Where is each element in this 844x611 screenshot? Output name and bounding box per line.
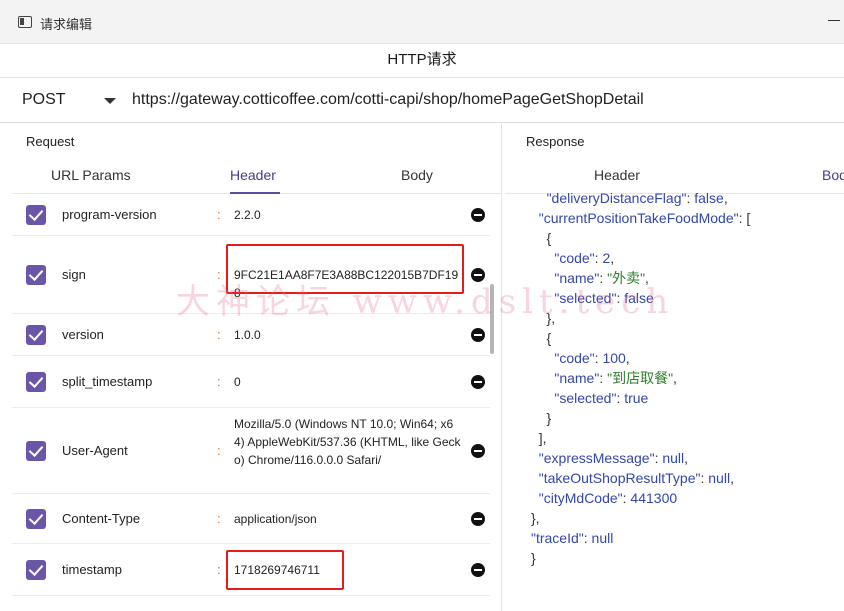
- json-line: "deliveryDistanceFlag": false,: [546, 190, 728, 206]
- header-key[interactable]: timestamp: [62, 562, 122, 577]
- window-title: 请求编辑: [40, 17, 93, 32]
- json-line: }: [531, 410, 552, 426]
- key-value-separator: :: [217, 511, 221, 526]
- json-line: "cityMdCode": 441300: [538, 490, 678, 506]
- key-value-separator: :: [217, 327, 221, 342]
- remove-header-icon[interactable]: [471, 375, 485, 389]
- url-input[interactable]: https://gateway.cotticoffee.com/cotti-ca…: [132, 91, 644, 109]
- json-line: "traceId": null: [531, 530, 614, 546]
- header-enabled-checkbox[interactable]: [26, 205, 46, 225]
- tab-body[interactable]: Body: [401, 167, 433, 183]
- json-line: {: [531, 330, 552, 346]
- json-line: "expressMessage": null,: [538, 450, 689, 466]
- remove-header-icon[interactable]: [471, 208, 485, 222]
- header-enabled-checkbox[interactable]: [26, 560, 46, 580]
- header-key[interactable]: sign: [62, 267, 86, 282]
- header-enabled-checkbox[interactable]: [26, 325, 46, 345]
- header-key[interactable]: User-Agent: [62, 443, 128, 458]
- header-key[interactable]: program-version: [62, 207, 157, 222]
- dialog-title: HTTP请求: [0, 44, 844, 78]
- method-select[interactable]: POST: [22, 91, 66, 109]
- request-line: POST https://gateway.cotticoffee.com/cot…: [0, 79, 844, 123]
- chevron-down-icon[interactable]: [104, 98, 116, 104]
- header-key[interactable]: Content-Type: [62, 511, 140, 526]
- header-value[interactable]: 1.0.0: [234, 326, 462, 344]
- json-line: ],: [531, 430, 547, 446]
- header-value[interactable]: Mozilla/5.0 (Windows NT 10.0; Win64; x64…: [234, 415, 462, 469]
- watermark: 大神论坛 www.dslt.tech: [176, 282, 675, 322]
- json-line: "takeOutShopResultType": null,: [538, 470, 734, 486]
- highlight-box: [226, 550, 344, 590]
- app-window-icon: [18, 16, 32, 28]
- request-panel: Request URL Params Header Body program-v…: [12, 124, 502, 611]
- header-row: User-Agent: Mozilla/5.0 (Windows NT 10.0;…: [12, 408, 490, 494]
- tab-response-header[interactable]: Header: [594, 167, 640, 183]
- remove-header-icon[interactable]: [471, 328, 485, 342]
- header-enabled-checkbox[interactable]: [26, 372, 46, 392]
- response-json: "deliveryDistanceFlag": false, "currentP…: [531, 188, 750, 568]
- minimize-icon[interactable]: [828, 20, 840, 21]
- key-value-separator: :: [217, 207, 221, 222]
- header-value[interactable]: 0: [234, 373, 462, 391]
- tab-response-body[interactable]: Body: [822, 167, 844, 183]
- remove-header-icon[interactable]: [471, 563, 485, 577]
- key-value-separator: :: [217, 562, 221, 577]
- key-value-separator: :: [217, 443, 221, 458]
- header-key[interactable]: version: [62, 327, 104, 342]
- header-enabled-checkbox[interactable]: [26, 441, 46, 461]
- response-label: Response: [526, 134, 585, 149]
- json-line: },: [531, 510, 540, 526]
- json-line: "currentPositionTakeFoodMode": [: [538, 210, 751, 226]
- remove-header-icon[interactable]: [471, 444, 485, 458]
- remove-header-icon[interactable]: [471, 512, 485, 526]
- header-enabled-checkbox[interactable]: [26, 509, 46, 529]
- header-value[interactable]: application/json: [234, 510, 462, 528]
- response-panel: Response Header Body "deliveryDistanceFl…: [505, 124, 844, 611]
- json-line: "selected": true: [554, 390, 649, 406]
- header-key[interactable]: split_timestamp: [62, 374, 152, 389]
- window-titlebar: 请求编辑: [0, 0, 844, 44]
- header-row: Content-Type: application/json: [12, 494, 490, 544]
- tab-url-params[interactable]: URL Params: [51, 167, 131, 183]
- json-line: "code": 100,: [554, 350, 630, 366]
- request-label: Request: [26, 134, 75, 149]
- json-line: "code": 2,: [554, 250, 615, 266]
- json-line: "name": "到店取餐",: [554, 370, 677, 386]
- json-line: }: [531, 550, 536, 566]
- request-tabs: URL Params Header Body: [12, 164, 501, 194]
- key-value-separator: :: [217, 374, 221, 389]
- header-row: timestamp:1718269746711: [12, 544, 490, 596]
- tab-header[interactable]: Header: [230, 167, 276, 183]
- header-row: program-version:2.2.0: [12, 194, 490, 236]
- header-enabled-checkbox[interactable]: [26, 265, 46, 285]
- json-line: {: [531, 230, 552, 246]
- header-row: split_timestamp:0: [12, 356, 490, 408]
- header-value[interactable]: 2.2.0: [234, 206, 462, 224]
